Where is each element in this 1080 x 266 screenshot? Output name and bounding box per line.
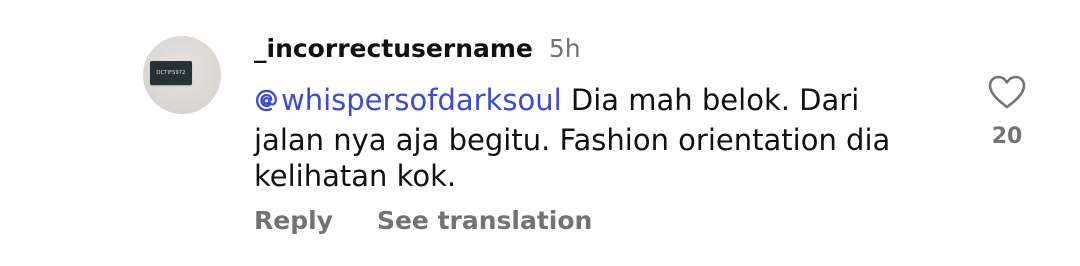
avatar[interactable]: OCTIFS972 — [143, 36, 221, 114]
like-button[interactable]: 20 — [984, 74, 1030, 149]
see-translation-button[interactable]: See translation — [377, 206, 592, 235]
like-count: 20 — [991, 124, 1023, 149]
heart-outline-icon[interactable] — [987, 74, 1027, 114]
timestamp: 5h — [548, 34, 581, 63]
avatar-logo-card: OCTIFS972 — [150, 61, 192, 85]
mention-link[interactable]: whispersofdarksoul — [254, 83, 562, 117]
username[interactable]: _incorrectusername — [254, 34, 533, 63]
comment-header: _incorrectusername 5h — [254, 34, 581, 63]
reply-button[interactable]: Reply — [254, 206, 333, 235]
comment: OCTIFS972 _incorrectusername 5h whispers… — [0, 0, 1080, 266]
comment-text: whispersofdarksoul Dia mah belok. Dari j… — [254, 82, 934, 195]
avatar-logo-text: OCTIFS972 — [156, 70, 186, 76]
comment-text-line2: jalan nya aja begitu. Fashion orientatio… — [254, 122, 891, 157]
mention-name: whispersofdarksoul — [281, 83, 562, 117]
comment-actions: Reply See translation — [254, 206, 592, 235]
threads-at-icon — [254, 85, 279, 122]
comment-text-line3: kelihatan kok. — [254, 159, 457, 193]
comment-text-line1: Dia mah belok. Dari — [561, 83, 860, 117]
